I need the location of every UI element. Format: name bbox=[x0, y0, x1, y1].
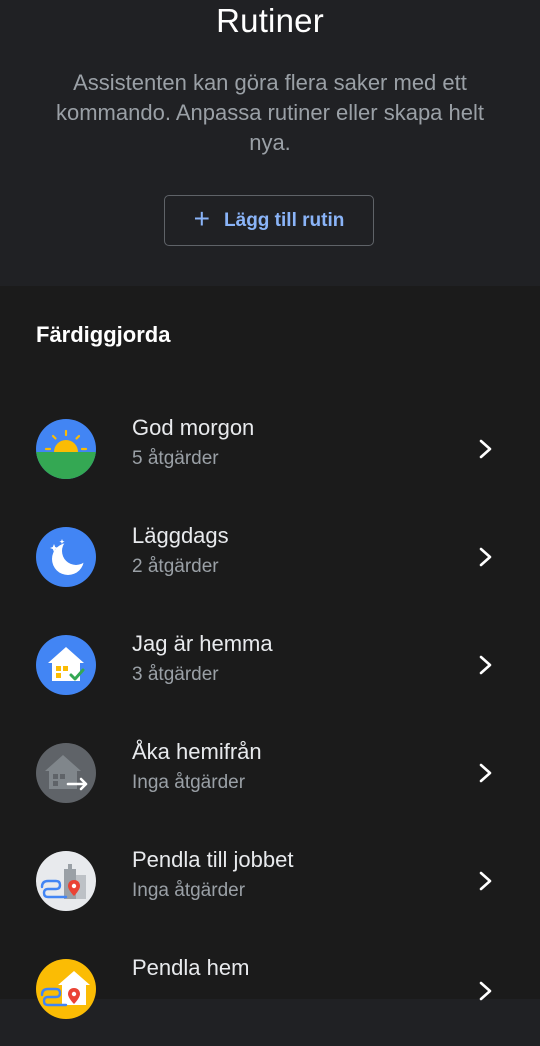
routine-name: Jag är hemma bbox=[132, 631, 273, 656]
chevron-right-icon bbox=[479, 547, 492, 567]
home-leave-icon bbox=[36, 743, 96, 803]
routine-item-aka-hemifran[interactable]: Åka hemifrån Inga åtgärder bbox=[0, 722, 540, 830]
routine-item-pendla-hem[interactable]: Pendla hem bbox=[0, 938, 540, 1046]
routine-name: Läggdags bbox=[132, 523, 229, 548]
section-title: Färdiggjorda bbox=[36, 322, 171, 347]
header-area: Rutiner Assistenten kan göra flera saker… bbox=[0, 0, 540, 286]
routine-actions: 2 åtgärder bbox=[132, 556, 219, 577]
page-description: Assistenten kan göra flera saker med ett… bbox=[55, 70, 484, 155]
chevron-right-icon bbox=[479, 763, 492, 783]
add-routine-label: Lägg till rutin bbox=[224, 209, 345, 231]
add-routine-button[interactable]: + Lägg till rutin bbox=[164, 195, 374, 246]
routine-item-jag-ar-hemma[interactable]: Jag är hemma 3 åtgärder bbox=[0, 614, 540, 722]
page-title: Rutiner bbox=[216, 2, 324, 39]
sunrise-icon bbox=[36, 419, 96, 479]
commute-home-icon bbox=[36, 959, 96, 1019]
moon-icon bbox=[36, 527, 96, 587]
chevron-right-icon bbox=[479, 439, 492, 459]
routine-name: Åka hemifrån bbox=[132, 739, 262, 764]
chevron-right-icon bbox=[479, 871, 492, 891]
home-check-icon bbox=[36, 635, 96, 695]
routine-name: Pendla till jobbet bbox=[132, 847, 294, 872]
routine-item-laggdags[interactable]: Läggdags 2 åtgärder bbox=[0, 506, 540, 614]
routine-name: Pendla hem bbox=[132, 955, 250, 980]
routine-actions: Inga åtgärder bbox=[132, 772, 246, 793]
routine-actions: Inga åtgärder bbox=[132, 880, 246, 901]
routine-item-god-morgon[interactable]: God morgon 5 åtgärder bbox=[0, 398, 540, 506]
routine-actions: 5 åtgärder bbox=[132, 448, 219, 469]
commute-work-icon bbox=[36, 851, 96, 911]
chevron-right-icon bbox=[479, 655, 492, 675]
routine-item-pendla-till-jobbet[interactable]: Pendla till jobbet Inga åtgärder bbox=[0, 830, 540, 938]
routine-name: God morgon bbox=[132, 415, 255, 440]
plus-icon: + bbox=[193, 203, 211, 234]
routine-actions: 3 åtgärder bbox=[132, 664, 219, 685]
